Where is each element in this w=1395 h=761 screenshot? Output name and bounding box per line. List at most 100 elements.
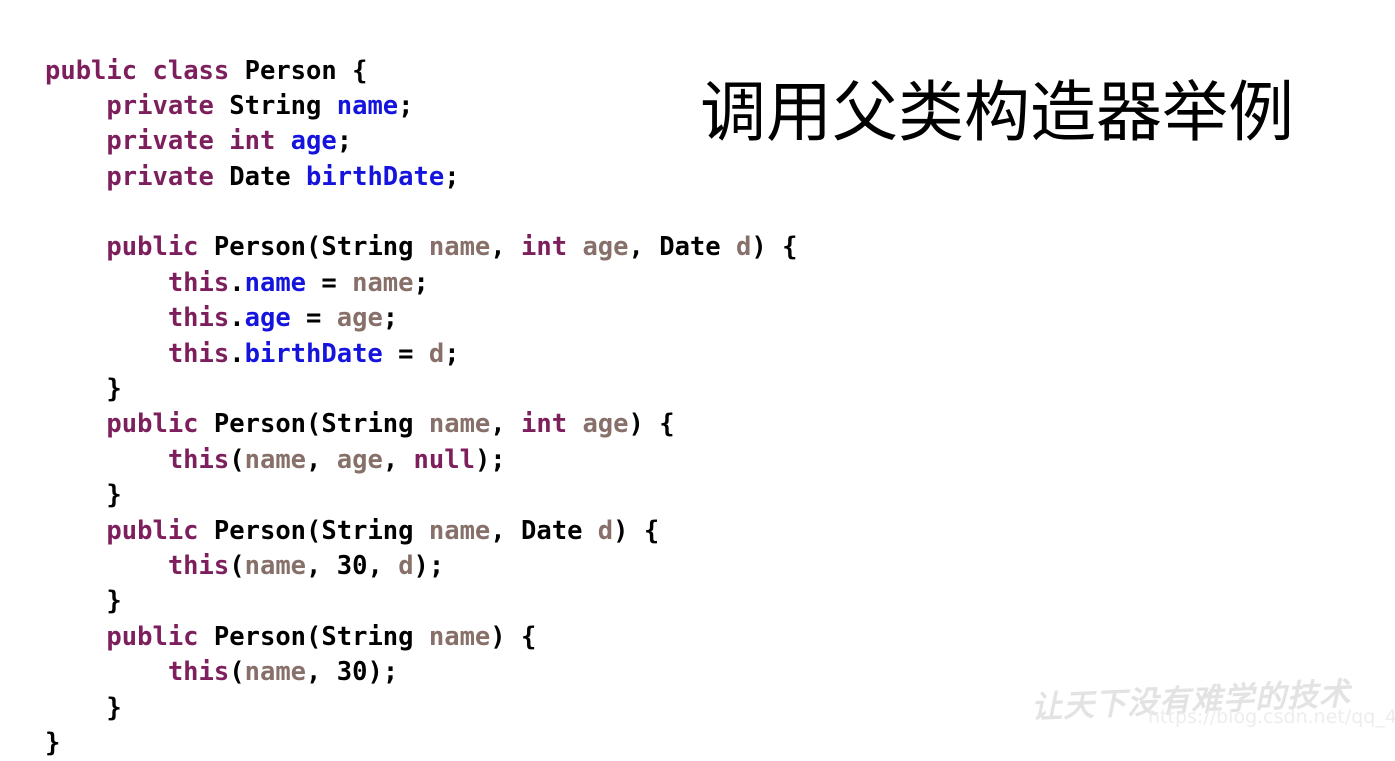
code-token-pun: ; — [398, 91, 413, 121]
watermark-slogan: 让天下没有难学的技术 — [1030, 668, 1352, 727]
code-indent — [45, 693, 106, 723]
code-token-pun: { — [337, 56, 368, 86]
code-token-type: Person — [214, 232, 306, 262]
code-indent — [45, 303, 168, 333]
code-indent — [45, 586, 106, 616]
code-line: public Person(String name) { — [45, 620, 797, 655]
code-token-type: Date — [521, 516, 582, 546]
code-token-pun — [567, 409, 582, 439]
code-token-kw: this — [168, 268, 229, 298]
code-token-par: d — [429, 339, 444, 369]
watermark: 让天下没有难学的技术 https://blog.csdn.net/qq_4322… — [1030, 682, 1390, 740]
code-token-type: Person — [214, 409, 306, 439]
code-token-pun — [414, 232, 429, 262]
code-indent — [45, 480, 106, 510]
code-line: this(name, age, null); — [45, 443, 797, 478]
code-line: private String name; — [45, 89, 797, 124]
code-token-pun: } — [106, 374, 121, 404]
code-indent — [45, 622, 106, 652]
code-line: } — [45, 372, 797, 407]
code-token-pun — [291, 162, 306, 192]
code-token-pun — [199, 232, 214, 262]
code-token-type: Date — [659, 232, 720, 262]
code-token-kw: public — [106, 232, 198, 262]
code-token-fld: birthDate — [245, 339, 383, 369]
code-token-kw: int — [521, 232, 567, 262]
code-token-fld: name — [245, 268, 306, 298]
code-token-pun: , — [306, 657, 337, 687]
code-line: } — [45, 691, 797, 726]
code-token-kw: private — [106, 91, 213, 121]
code-token-pun: ) { — [613, 516, 659, 546]
code-token-kw: this — [168, 303, 229, 333]
code-token-num: 30 — [337, 657, 368, 687]
code-token-pun: } — [106, 693, 121, 723]
code-token-par: name — [429, 516, 490, 546]
code-token-pun — [199, 409, 214, 439]
code-token-pun: , — [490, 516, 521, 546]
code-line: public Person(String name, int age, Date… — [45, 230, 797, 265]
code-line: this.birthDate = d; — [45, 337, 797, 372]
code-token-par: name — [429, 232, 490, 262]
code-token-type: String — [229, 91, 321, 121]
code-token-kw: this — [168, 445, 229, 475]
code-token-pun — [214, 91, 229, 121]
code-token-fld: birthDate — [306, 162, 444, 192]
code-token-pun: ) { — [629, 409, 675, 439]
code-token-kw: private — [106, 162, 213, 192]
code-token-par: d — [598, 516, 613, 546]
code-token-kw: this — [168, 339, 229, 369]
code-token-kw: public — [106, 409, 198, 439]
code-token-pun: ; — [337, 126, 352, 156]
code-token-type: Date — [229, 162, 290, 192]
code-token-pun: ); — [475, 445, 506, 475]
code-token-par: name — [245, 657, 306, 687]
code-token-pun: , — [306, 445, 337, 475]
code-token-pun: ; — [444, 339, 459, 369]
code-token-kw: public — [45, 56, 137, 86]
code-token-pun — [137, 56, 152, 86]
code-token-pun — [275, 126, 290, 156]
code-token-par: age — [337, 303, 383, 333]
code-indent — [45, 516, 106, 546]
code-token-num: 30 — [337, 551, 368, 581]
code-token-pun — [229, 56, 244, 86]
code-token-kw: public — [106, 516, 198, 546]
code-token-pun: ); — [414, 551, 445, 581]
code-token-kw: private — [106, 126, 213, 156]
code-line — [45, 195, 797, 230]
watermark-url: https://blog.csdn.net/qq_43229543 — [1148, 706, 1395, 728]
code-token-par: name — [352, 268, 413, 298]
code-token-fld: name — [337, 91, 398, 121]
code-token-pun: . — [229, 339, 244, 369]
code-indent — [45, 551, 168, 581]
code-indent — [45, 162, 106, 192]
code-token-type: Person — [214, 622, 306, 652]
code-token-type: Person — [214, 516, 306, 546]
code-indent — [45, 339, 168, 369]
code-indent — [45, 232, 106, 262]
code-token-par: name — [245, 551, 306, 581]
code-line: this(name, 30, d); — [45, 549, 797, 584]
code-line: private Date birthDate; — [45, 160, 797, 195]
code-token-pun — [214, 126, 229, 156]
code-indent — [45, 91, 106, 121]
code-token-pun — [199, 516, 214, 546]
code-token-pun: = — [291, 303, 337, 333]
code-token-pun: } — [106, 586, 121, 616]
code-token-par: name — [429, 409, 490, 439]
code-token-kw: null — [414, 445, 475, 475]
code-line: } — [45, 584, 797, 619]
code-token-pun: . — [229, 268, 244, 298]
code-token-par: age — [337, 445, 383, 475]
code-token-pun: ( — [306, 409, 321, 439]
code-token-kw: this — [168, 551, 229, 581]
code-token-par: age — [582, 409, 628, 439]
code-token-kw: int — [521, 409, 567, 439]
code-token-kw: class — [152, 56, 229, 86]
code-token-pun — [414, 409, 429, 439]
code-indent — [45, 445, 168, 475]
code-token-pun — [721, 232, 736, 262]
code-token-pun: ( — [306, 516, 321, 546]
code-token-pun — [199, 622, 214, 652]
